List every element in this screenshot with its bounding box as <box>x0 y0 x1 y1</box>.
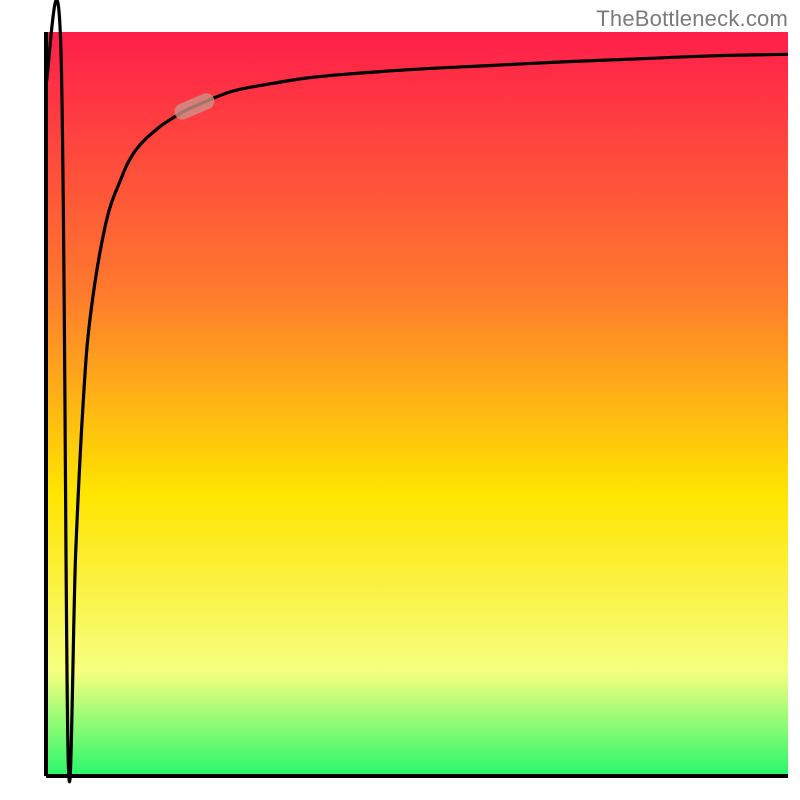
plot-svg <box>0 0 800 800</box>
chart-container: TheBottleneck.com <box>0 0 800 800</box>
gradient-background <box>46 32 788 776</box>
